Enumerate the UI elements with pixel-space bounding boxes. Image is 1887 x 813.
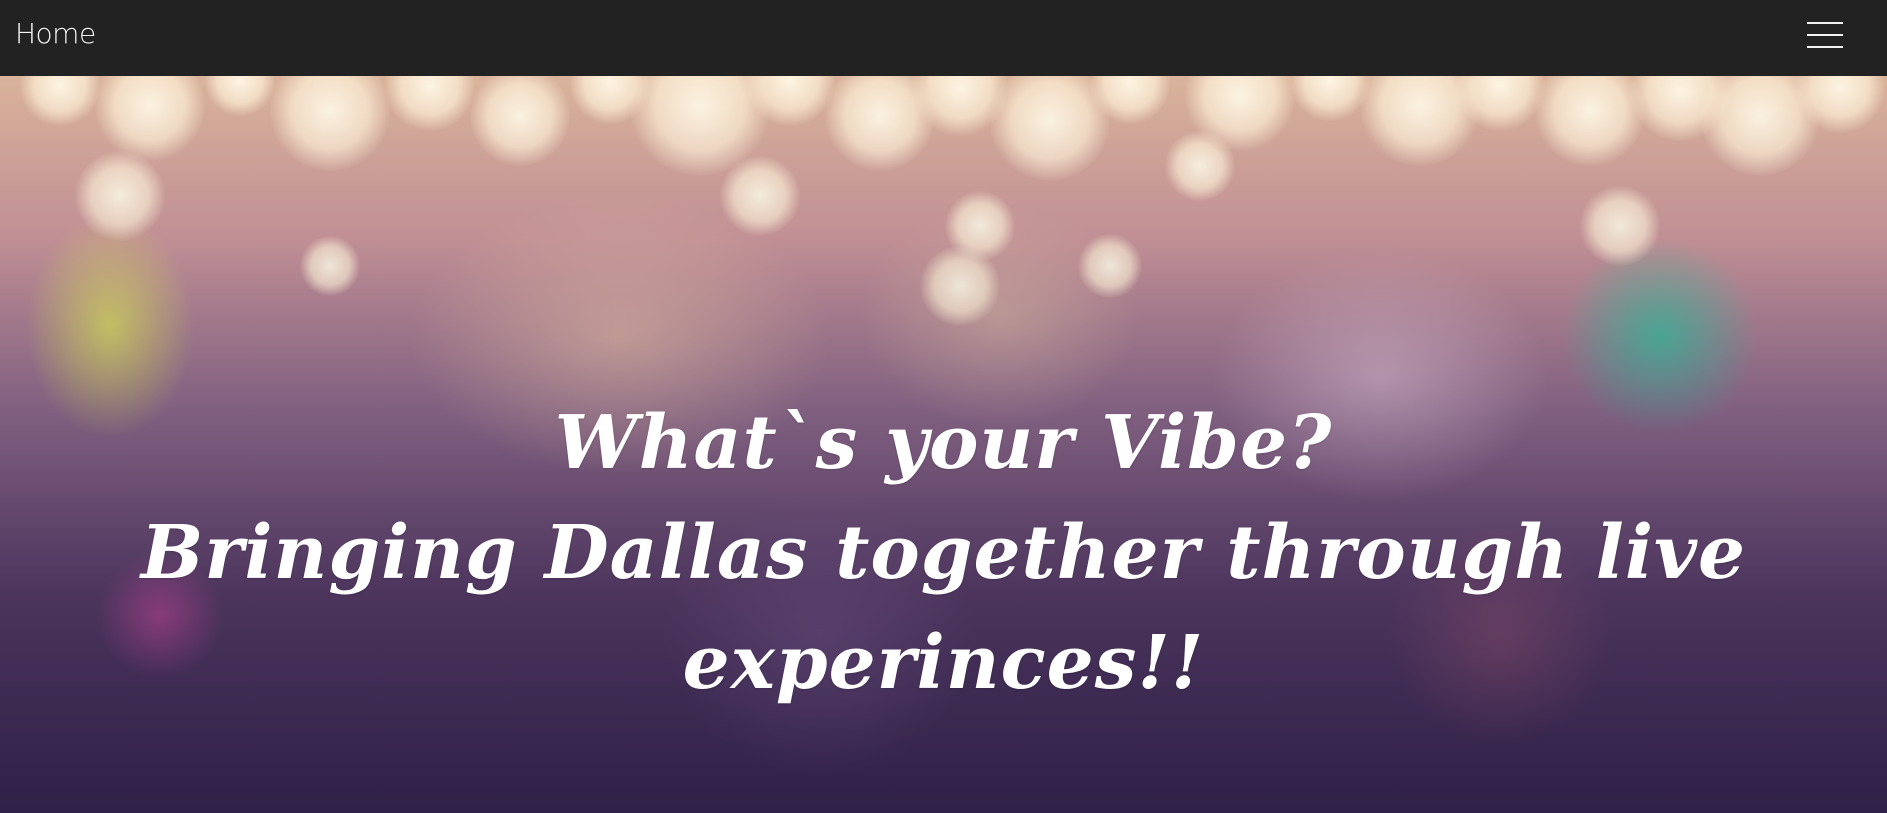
hamburger-menu-icon-bar <box>1807 46 1843 48</box>
hero-headline: What`s your Vibe? <box>554 399 1333 486</box>
hamburger-menu-icon-bar <box>1807 22 1843 24</box>
hamburger-menu-icon-bar <box>1807 34 1843 36</box>
hero-banner: What`s your Vibe? Bringing Dallas togeth… <box>0 76 1887 813</box>
hero-tagline: Bringing Dallas together through live ex… <box>140 509 1747 706</box>
menu-toggle-button[interactable] <box>1805 18 1847 56</box>
home-link[interactable]: Home <box>15 14 96 54</box>
top-navbar: Home <box>0 0 1887 76</box>
hero-heading: What`s your Vibe? Bringing Dallas togeth… <box>80 388 1807 718</box>
